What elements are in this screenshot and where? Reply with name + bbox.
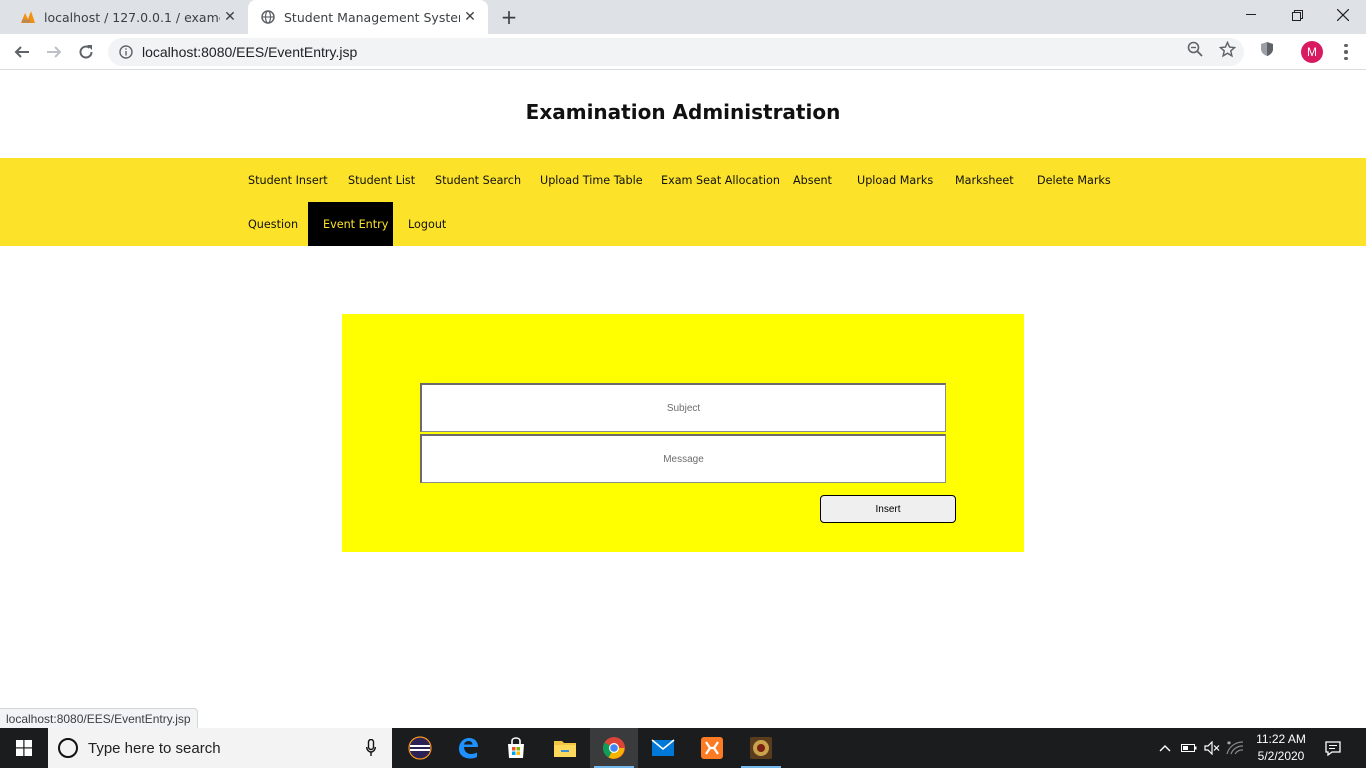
nav-logout[interactable]: Logout <box>393 202 461 246</box>
wifi-icon[interactable]: * <box>1224 728 1246 768</box>
new-tab-icon[interactable]: + <box>498 5 520 29</box>
taskbar-search-box[interactable]: Type here to search <box>48 728 392 768</box>
nav-marksheet[interactable]: Marksheet <box>940 158 1029 202</box>
taskbar-search-placeholder: Type here to search <box>88 739 221 757</box>
insert-button[interactable]: Insert <box>820 495 956 523</box>
xampp-icon[interactable] <box>688 728 736 768</box>
nav-upload-marks[interactable]: Upload Marks <box>842 158 948 202</box>
nav-upload-time-table[interactable]: Upload Time Table <box>525 158 658 202</box>
windows-start-icon[interactable] <box>0 728 48 768</box>
eclipse-icon[interactable] <box>396 728 444 768</box>
reload-icon[interactable] <box>72 38 100 66</box>
star-icon[interactable] <box>1218 40 1236 58</box>
window-close-icon[interactable] <box>1320 0 1366 30</box>
clock-date: 5/2/2020 <box>1257 749 1305 763</box>
profile-avatar[interactable]: M <box>1301 41 1323 63</box>
edge-icon[interactable] <box>444 728 492 768</box>
nav-question[interactable]: Question <box>233 202 313 246</box>
url-text: localhost:8080/EES/EventEntry.jsp <box>142 44 358 60</box>
tab-strip: PMA localhost / 127.0.0.1 / examevaluati… <box>0 0 1366 34</box>
restore-icon[interactable] <box>1274 0 1320 30</box>
close-icon[interactable]: ✕ <box>460 7 480 27</box>
chevron-up-icon[interactable] <box>1155 728 1175 768</box>
tab-phpmyadmin[interactable]: PMA localhost / 127.0.0.1 / examevaluati… <box>8 0 248 34</box>
nav-student-insert[interactable]: Student Insert <box>233 158 343 202</box>
svg-text:PMA: PMA <box>22 19 31 24</box>
microphone-icon[interactable] <box>364 738 378 758</box>
nav-absent[interactable]: Absent <box>778 158 847 202</box>
subject-input[interactable] <box>420 383 946 432</box>
game-icon[interactable] <box>737 728 785 768</box>
nav-student-list[interactable]: Student List <box>333 158 430 202</box>
taskbar: Type here to search * 11:22 AM 5/2/2020 <box>0 728 1366 768</box>
event-entry-form: Insert <box>342 314 1024 552</box>
nav-student-search[interactable]: Student Search <box>420 158 536 202</box>
zoom-icon[interactable] <box>1186 40 1204 58</box>
close-icon[interactable]: ✕ <box>220 7 240 27</box>
tab-title: Student Management System <box>284 9 460 25</box>
tab-title: localhost / 127.0.0.1 / examevaluation <box>44 9 220 25</box>
browser-menu-icon[interactable] <box>1338 40 1354 64</box>
main-navbar: Student Insert Student List Student Sear… <box>0 158 1366 246</box>
nav-exam-seat-allocation[interactable]: Exam Seat Allocation <box>646 158 795 202</box>
info-icon[interactable] <box>118 44 134 60</box>
nav-delete-marks[interactable]: Delete Marks <box>1022 158 1126 202</box>
mail-icon[interactable] <box>639 728 687 768</box>
cortana-icon <box>58 738 78 758</box>
nav-event-entry[interactable]: Event Entry <box>308 202 393 246</box>
tab-student-management[interactable]: Student Management System ✕ <box>248 0 488 34</box>
forward-icon[interactable] <box>40 38 68 66</box>
battery-icon[interactable] <box>1178 728 1200 768</box>
browser-toolbar: localhost:8080/EES/EventEntry.jsp <box>0 34 1366 70</box>
globe-icon <box>260 9 276 25</box>
clock-time: 11:22 AM <box>1256 732 1306 746</box>
status-bar: localhost:8080/EES/EventEntry.jsp <box>0 708 198 728</box>
file-explorer-icon[interactable] <box>541 728 589 768</box>
page-title: Examination Administration <box>525 100 841 124</box>
notification-icon[interactable] <box>1322 728 1344 768</box>
shield-extension-icon[interactable] <box>1258 40 1276 58</box>
minimize-icon[interactable] <box>1228 0 1274 30</box>
taskbar-clock[interactable]: 11:22 AM 5/2/2020 <box>1244 728 1318 768</box>
svg-text:*: * <box>1227 741 1231 749</box>
store-icon[interactable] <box>492 728 540 768</box>
back-icon[interactable] <box>8 38 36 66</box>
phpmyadmin-icon: PMA <box>20 9 36 25</box>
chrome-icon[interactable] <box>590 728 638 768</box>
message-input[interactable] <box>420 434 946 483</box>
volume-muted-icon[interactable] <box>1202 728 1222 768</box>
address-bar[interactable]: localhost:8080/EES/EventEntry.jsp <box>108 38 1244 66</box>
